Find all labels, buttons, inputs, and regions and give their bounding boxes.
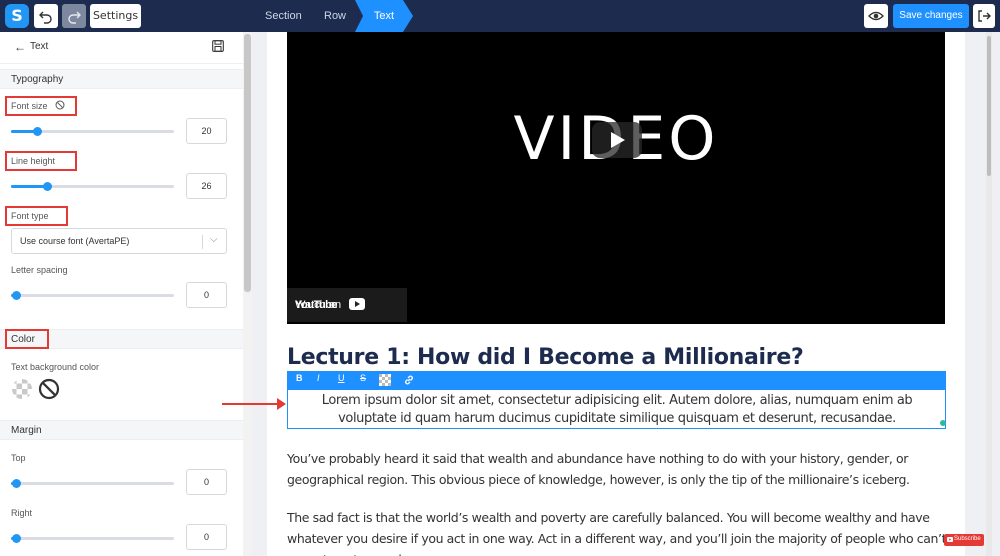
back-arrow-icon[interactable]: ← — [14, 40, 26, 54]
letter-spacing-slider-knob[interactable] — [11, 291, 21, 300]
line-height-slider[interactable] — [11, 182, 174, 191]
margin-top-slider[interactable] — [11, 479, 174, 488]
breadcrumb-row[interactable]: Row — [324, 0, 346, 32]
link-icon[interactable] — [403, 374, 415, 386]
font-size-input[interactable]: 20 — [186, 118, 227, 144]
text-bg-color-label: Text background color — [11, 362, 100, 372]
letter-spacing-label: Letter spacing — [11, 265, 68, 275]
youtube-small-icon — [947, 537, 953, 542]
font-size-slider-knob[interactable] — [33, 127, 43, 136]
panel-header: ← Text — [0, 32, 243, 64]
exit-button[interactable] — [973, 4, 995, 28]
bold-button[interactable]: B — [296, 373, 303, 383]
top-toolbar: S Settings Section Row Text Save changes — [0, 0, 1000, 32]
paragraph-2[interactable]: The sad fact is that the world’s wealth … — [287, 507, 947, 556]
margin-top-slider-knob[interactable] — [11, 479, 21, 488]
strikethrough-button[interactable]: S — [360, 373, 366, 383]
highlight-box-font-type — [5, 206, 68, 226]
red-arrow-annotation — [222, 398, 286, 410]
redo-icon — [68, 11, 81, 24]
resize-handle[interactable] — [940, 420, 946, 426]
exit-icon — [978, 10, 991, 22]
margin-right-slider[interactable] — [11, 534, 174, 543]
margin-top-label: Top — [11, 453, 26, 463]
video-embed[interactable]: VIDEO — [287, 32, 945, 324]
eye-icon — [868, 11, 884, 21]
breadcrumb-section[interactable]: Section — [265, 0, 302, 32]
letter-spacing-slider[interactable] — [11, 291, 174, 300]
underline-button[interactable]: U — [338, 373, 345, 383]
undo-button[interactable] — [34, 4, 58, 28]
redo-button[interactable] — [62, 4, 86, 28]
highlight-box-color — [5, 329, 49, 349]
breadcrumb-text[interactable]: Text — [355, 0, 413, 32]
no-color-icon[interactable] — [38, 378, 60, 400]
watch-on-youtube-button[interactable]: Watch on YouTube — [287, 288, 407, 322]
undo-icon — [39, 11, 52, 24]
text-format-toolbar: B I U S — [287, 371, 946, 389]
italic-button[interactable]: I — [317, 373, 320, 383]
page-scrollbar-thumb[interactable] — [987, 36, 991, 176]
margin-right-slider-knob[interactable] — [11, 534, 21, 543]
preview-button[interactable] — [864, 4, 888, 28]
save-changes-button[interactable]: Save changes — [893, 4, 969, 28]
lecture-title[interactable]: Lecture 1: How did I Become a Millionair… — [287, 345, 804, 370]
line-height-input[interactable]: 26 — [186, 173, 227, 199]
font-type-select[interactable]: Use course font (AvertaPE) ⌵ — [11, 228, 227, 254]
text-color-icon[interactable] — [379, 374, 391, 386]
paragraph-1[interactable]: You’ve probably heard it said that wealt… — [287, 448, 947, 490]
editable-text-block[interactable]: Lorem ipsum dolor sit amet, consectetur … — [287, 389, 946, 429]
select-separator — [202, 235, 203, 249]
margin-right-label: Right — [11, 508, 33, 518]
panel-scrollbar-thumb[interactable] — [244, 34, 251, 292]
transparent-swatch-icon[interactable] — [11, 378, 33, 400]
youtube-icon — [349, 298, 365, 310]
margin-section-header[interactable]: Margin — [0, 420, 243, 440]
font-type-value: Use course font (AvertaPE) — [20, 236, 130, 246]
line-height-slider-fill — [11, 185, 47, 188]
subscribe-badge[interactable]: Subscribe — [944, 534, 984, 546]
margin-top-input[interactable]: 0 — [186, 469, 227, 495]
app-logo[interactable]: S — [5, 4, 29, 28]
youtube-wordmark: YouTube — [295, 299, 337, 311]
line-height-slider-knob[interactable] — [42, 182, 52, 191]
panel-title: Text — [30, 41, 49, 52]
letter-spacing-input[interactable]: 0 — [186, 282, 227, 308]
selected-text-content[interactable]: Lorem ipsum dolor sit amet, consectetur … — [302, 392, 932, 428]
save-icon[interactable] — [212, 40, 224, 52]
text-settings-panel: ← Text Typography Font size 20 Line heig… — [0, 32, 252, 556]
typography-section-header[interactable]: Typography — [0, 69, 243, 89]
margin-right-input[interactable]: 0 — [186, 524, 227, 550]
font-size-slider[interactable] — [11, 127, 174, 136]
chevron-down-icon[interactable]: ⌵ — [210, 234, 218, 245]
highlight-box-font-size — [5, 96, 77, 116]
highlight-box-line-height — [5, 151, 77, 171]
play-icon[interactable] — [592, 122, 642, 158]
settings-button[interactable]: Settings — [90, 4, 141, 28]
